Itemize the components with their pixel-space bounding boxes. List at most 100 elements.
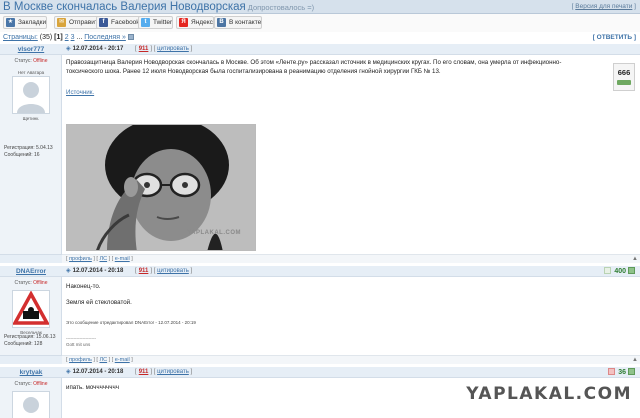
avatar[interactable] xyxy=(12,76,50,114)
share-twitter-button[interactable]: t Twitter xyxy=(138,16,174,29)
quote-link[interactable]: цитировать xyxy=(157,268,189,274)
quote-link[interactable]: цитировать xyxy=(157,46,189,52)
post-author-panel: DNAError Статус: Offline Весельчак Регис… xyxy=(0,266,62,364)
avatar-caption: Щетинк. xyxy=(22,116,40,121)
quote-link[interactable]: цитировать xyxy=(157,369,189,375)
post-link-icon[interactable]: ◈ xyxy=(66,268,71,274)
post-header: ◈ 12.07.2014 - 20:17 [911] [ цитировать ] xyxy=(62,44,640,55)
page-count: (35) xyxy=(39,34,53,41)
post-rating[interactable]: 400 xyxy=(604,267,635,276)
rating-up-icon[interactable] xyxy=(628,368,635,375)
post-author-name[interactable]: vlsor777 xyxy=(0,45,62,54)
thread-subtitle: Допростовалось =) xyxy=(247,3,315,12)
edit-note: Это сообщение отредактировал DNAError - … xyxy=(66,320,196,325)
email-link[interactable]: e-mail xyxy=(115,256,130,262)
share-yandex-button[interactable]: Я Яндекс xyxy=(176,16,214,29)
author-reg-info: Регистрация: 5.04.13 Сообщений: 16 xyxy=(4,145,53,158)
forum-post: vlsor777 Статус: Offline Нет Аватара Щет… xyxy=(0,44,640,263)
default-avatar-icon xyxy=(17,82,45,113)
current-page: [1] xyxy=(54,34,63,41)
avatar[interactable] xyxy=(12,391,50,418)
post-footer: [ профиль ] [ ЛС ] [ e-mail ] ▲ xyxy=(62,355,640,364)
author-reg-info: Регистрация: 15.06.13 Сообщений: 128 xyxy=(4,334,55,347)
author-header: krytyak xyxy=(0,367,62,378)
post-author-name[interactable]: krytyak xyxy=(0,368,62,377)
post-rating[interactable]: 666 xyxy=(613,63,635,91)
reply-button[interactable]: [ ОТВЕТИТЬ ] xyxy=(593,33,636,43)
pagination-ellipsis: ... xyxy=(76,34,83,41)
page-jump-icon[interactable] xyxy=(127,34,134,40)
msg-count: Сообщений: 16 xyxy=(4,151,40,158)
rating-bar-icon xyxy=(617,80,631,85)
author-footer xyxy=(0,355,62,364)
rating-down-icon[interactable] xyxy=(604,267,612,274)
avatar[interactable] xyxy=(12,290,50,328)
post-date: 12.07.2014 - 20:18 xyxy=(72,369,124,375)
pagination-bar: Страницы: (35) [1] 2 3 ... Последняя » [… xyxy=(0,32,640,44)
post-footer-links: [ профиль ] [ ЛС ] [ e-mail ] xyxy=(66,256,133,262)
twitter-icon: t xyxy=(141,18,150,27)
post-author-panel: vlsor777 Статус: Offline Нет Аватара Щет… xyxy=(0,44,62,263)
share-send-button[interactable]: ✉ Отправить xyxy=(54,16,103,29)
site-watermark: YAPLAKAL.COM xyxy=(466,384,632,404)
email-link[interactable]: e-mail xyxy=(115,357,130,363)
last-page-link[interactable]: Последняя » xyxy=(84,34,126,41)
facebook-icon: f xyxy=(99,18,108,27)
page-link-2[interactable]: 2 xyxy=(65,34,69,41)
author-footer xyxy=(0,254,62,263)
post-image[interactable]: YAPLAKAL.COM xyxy=(66,124,256,251)
post-footer: [ профиль ] [ ЛС ] [ e-mail ] ▲ xyxy=(62,254,640,263)
post-author-name[interactable]: DNAError xyxy=(0,267,62,276)
author-header: DNAError xyxy=(0,266,62,277)
author-status: Статус: Offline xyxy=(14,58,48,64)
pagination-label[interactable]: Страницы: xyxy=(3,34,38,41)
default-avatar-icon xyxy=(23,397,39,413)
share-bar: ★ Закладки ✉ Отправить f Facebook t Twitter … xyxy=(0,14,640,32)
post-content-panel: ◈ 12.07.2014 - 20:17 [911] [ цитировать ]… xyxy=(62,44,640,263)
post-link-icon[interactable]: ◈ xyxy=(66,46,71,52)
forum-post: DNAError Статус: Offline Весельчак Регис… xyxy=(0,266,640,364)
yandex-icon: Я xyxy=(179,18,188,27)
post-number[interactable]: 911 xyxy=(139,369,149,375)
post-text-line-1: Наконец-то. xyxy=(66,283,101,290)
thread-title-bar: В Москве скончалась Валерия Новодворская… xyxy=(0,0,640,14)
author-status: Статус: Offline xyxy=(14,280,48,286)
share-bookmarks-button[interactable]: ★ Закладки xyxy=(3,16,48,29)
avatar-caption-top: Нет Аватара xyxy=(17,70,45,75)
page-link-3[interactable]: 3 xyxy=(71,34,75,41)
source-link[interactable]: Источник. xyxy=(66,89,94,98)
post-number[interactable]: 911 xyxy=(139,46,149,52)
post-meta: ◈ 12.07.2014 - 20:18 [911] [ цитировать ] xyxy=(66,369,193,375)
post-date: 12.07.2014 - 20:17 xyxy=(72,46,124,52)
profile-link[interactable]: профиль xyxy=(69,256,92,262)
bookmark-icon: ★ xyxy=(6,18,15,27)
signature: Gott mit uns xyxy=(66,342,91,347)
scroll-up-icon[interactable]: ▲ xyxy=(632,256,638,262)
thread-title: В Москве скончалась Валерия Новодворская… xyxy=(3,1,315,13)
scroll-up-icon[interactable]: ▲ xyxy=(632,357,638,363)
print-version-link[interactable]: [ Версия для печати ] xyxy=(572,2,636,12)
author-status: Статус: Offline xyxy=(14,381,48,387)
author-header: vlsor777 xyxy=(0,44,62,55)
pm-link[interactable]: ЛС xyxy=(99,357,107,363)
share-vk-button[interactable]: ВВ контакте xyxy=(214,16,263,29)
profile-link[interactable]: профиль xyxy=(69,357,92,363)
post-text: Правозащитница Валерия Новодворская скон… xyxy=(66,59,562,75)
post-footer-links: [ профиль ] [ ЛС ] [ e-mail ] xyxy=(66,357,133,363)
pm-link[interactable]: ЛС xyxy=(99,256,107,262)
share-facebook-button[interactable]: f Facebook xyxy=(96,16,141,29)
forum-page: В Москве скончалась Валерия Новодворская… xyxy=(0,0,640,418)
post-author-panel: krytyak Статус: Offline xyxy=(0,367,62,418)
rating-up-icon[interactable] xyxy=(628,267,635,274)
post-date: 12.07.2014 - 20:18 xyxy=(72,268,124,274)
post-meta: ◈ 12.07.2014 - 20:17 [911] [ цитировать ] xyxy=(66,46,193,52)
post-number[interactable]: 911 xyxy=(139,268,149,274)
mail-icon: ✉ xyxy=(57,18,66,27)
vk-icon: В xyxy=(217,18,226,27)
post-rating[interactable]: 36 xyxy=(608,368,635,377)
post-link-icon[interactable]: ◈ xyxy=(66,369,71,375)
post-text: ипать. мочччччччч xyxy=(66,384,119,391)
warning-triangle-icon xyxy=(12,290,50,325)
rating-down-icon[interactable] xyxy=(608,368,616,375)
post-text-line-2: Земля ей стекловатой. xyxy=(66,299,132,306)
